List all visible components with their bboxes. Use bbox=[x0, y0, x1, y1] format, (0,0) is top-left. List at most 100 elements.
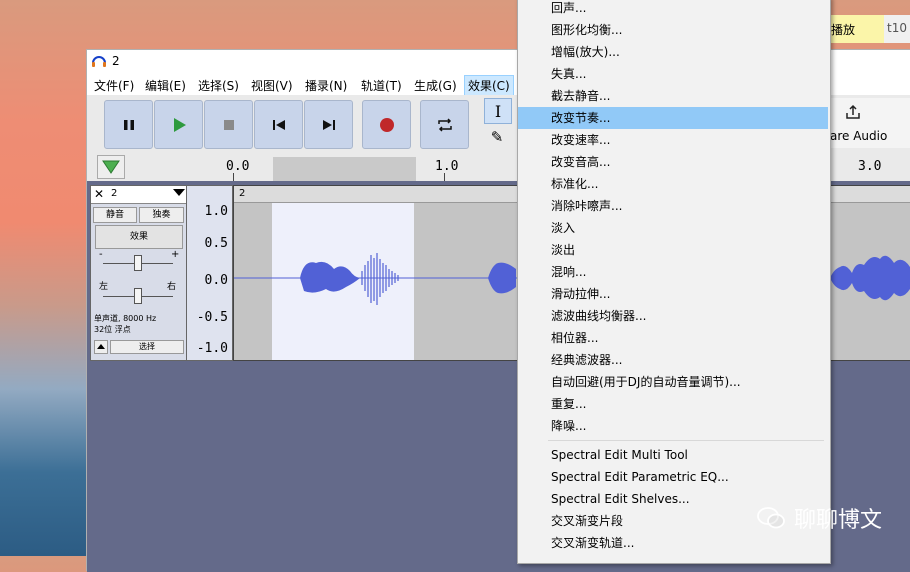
menu-item-graphic-eq[interactable]: 图形化均衡... bbox=[518, 19, 828, 41]
selection-tool-button[interactable]: I bbox=[484, 98, 512, 124]
draw-tool-button[interactable]: ✎ bbox=[484, 125, 510, 149]
menu-item-label: Spectral Edit Shelves... bbox=[551, 492, 690, 506]
menu-item-label: Spectral Edit Parametric EQ... bbox=[551, 470, 729, 484]
menu-item-reverb[interactable]: 混响... bbox=[518, 261, 828, 283]
gain-slider-thumb[interactable] bbox=[134, 255, 142, 271]
close-track-icon[interactable]: ✕ bbox=[94, 187, 104, 201]
menu-item-spectral-parametric-eq[interactable]: Spectral Edit Parametric EQ... bbox=[518, 466, 828, 488]
record-button[interactable] bbox=[362, 100, 411, 149]
track-control-panel: ✕ 2 静音 独奏 效果 - + 左 右 单声道, 8000 Hz 32位 浮点… bbox=[90, 185, 187, 361]
tick-mark bbox=[233, 173, 234, 181]
play-button[interactable] bbox=[154, 100, 203, 149]
menu-item-label: 回声... bbox=[551, 1, 587, 15]
collapse-track-button[interactable] bbox=[94, 340, 108, 354]
menu-item-change-tempo[interactable]: 改变节奏... bbox=[518, 107, 828, 129]
play-icon bbox=[173, 117, 186, 132]
triangle-up-icon bbox=[97, 344, 105, 349]
stop-button[interactable] bbox=[204, 100, 253, 149]
mute-button[interactable]: 静音 bbox=[93, 207, 137, 223]
menu-item-label: 图形化均衡... bbox=[551, 23, 623, 37]
pause-button[interactable] bbox=[104, 100, 153, 149]
track-header: ✕ 2 bbox=[91, 186, 186, 204]
i-beam-icon: I bbox=[494, 101, 502, 121]
menu-item-spectral-multi-tool[interactable]: Spectral Edit Multi Tool bbox=[518, 444, 828, 466]
menu-item-fade-out[interactable]: 淡出 bbox=[518, 239, 828, 261]
stop-icon bbox=[223, 119, 234, 130]
tab-partial-label: t10 bbox=[887, 21, 907, 35]
menu-item-filter-curve-eq[interactable]: 滤波曲线均衡器... bbox=[518, 305, 828, 327]
menu-item-label: 改变节奏... bbox=[551, 111, 611, 125]
watermark-text: 聊聊博文 bbox=[793, 508, 882, 533]
skip-to-end-button[interactable] bbox=[304, 100, 353, 149]
scale-label: 0.5 bbox=[204, 236, 228, 251]
menu-item-label: 相位器... bbox=[551, 331, 599, 345]
menu-item-classic-filters[interactable]: 经典滤波器... bbox=[518, 349, 828, 371]
pencil-icon: ✎ bbox=[490, 128, 504, 146]
menu-item-label: 增幅(放大)... bbox=[551, 45, 620, 59]
menu-item-fade-in[interactable]: 淡入 bbox=[518, 217, 828, 239]
menu-item-change-pitch[interactable]: 改变音高... bbox=[518, 151, 828, 173]
gain-plus-label: + bbox=[171, 249, 180, 260]
menu-tracks[interactable]: 轨道(T) bbox=[361, 77, 402, 94]
menu-item-normalize[interactable]: 标准化... bbox=[518, 173, 828, 195]
menu-item-label: 失真... bbox=[551, 67, 587, 81]
solo-button[interactable]: 独奏 bbox=[139, 207, 184, 223]
tick-mark bbox=[444, 173, 445, 181]
menu-item-crossfade-tracks[interactable]: 交叉渐变轨道... bbox=[518, 532, 828, 554]
menu-item-change-speed[interactable]: 改变速率... bbox=[518, 129, 828, 151]
skip-to-start-button[interactable] bbox=[254, 100, 303, 149]
pan-right-label: 右 bbox=[167, 282, 177, 292]
skip-end-icon bbox=[322, 119, 335, 130]
watermark: 聊聊博文 bbox=[756, 502, 882, 534]
menu-item-sliding-stretch[interactable]: 滑动拉伸... bbox=[518, 283, 828, 305]
pan-left-label: 左 bbox=[99, 282, 109, 292]
loop-button[interactable] bbox=[420, 100, 469, 149]
window-title: 2 bbox=[112, 54, 120, 68]
menu-item-click-removal[interactable]: 消除咔嚓声... bbox=[518, 195, 828, 217]
loop-icon bbox=[437, 117, 452, 132]
menu-item-auto-duck[interactable]: 自动回避(用于DJ的自动音量调节)... bbox=[518, 371, 828, 393]
track-menu-dropdown-icon[interactable] bbox=[173, 189, 185, 196]
menu-edit[interactable]: 编辑(E) bbox=[145, 77, 186, 94]
timeline-options-button[interactable] bbox=[97, 155, 125, 179]
menu-item-repeat[interactable]: 重复... bbox=[518, 393, 828, 415]
menu-item-phaser[interactable]: 相位器... bbox=[518, 327, 828, 349]
menu-file[interactable]: 文件(F) bbox=[94, 77, 134, 94]
menu-view[interactable]: 视图(V) bbox=[251, 77, 293, 94]
tab-partial[interactable]: t10 bbox=[884, 15, 910, 43]
menu-item-label: 交叉渐变片段 bbox=[551, 514, 624, 528]
effects-menu: 回声... 图形化均衡... 增幅(放大)... 失真... 截去静音... 改… bbox=[517, 0, 831, 564]
select-track-button[interactable]: 选择 bbox=[110, 340, 184, 354]
menu-item-echo[interactable]: 回声... bbox=[518, 0, 828, 19]
menu-item-distortion[interactable]: 失真... bbox=[518, 63, 828, 85]
menu-item-label: 经典滤波器... bbox=[551, 353, 623, 367]
menu-item-label: 混响... bbox=[551, 265, 587, 279]
right-toolbar-strip: 播放 t10 bbox=[829, 0, 910, 556]
menu-item-label: 淡出 bbox=[551, 243, 576, 257]
menu-item-label: 滤波曲线均衡器... bbox=[551, 309, 647, 323]
scale-label: 0.0 bbox=[204, 273, 228, 288]
menu-transport[interactable]: 播录(N) bbox=[305, 77, 347, 94]
gain-minus-label: - bbox=[99, 249, 103, 260]
track-name[interactable]: 2 bbox=[111, 188, 117, 199]
menu-item-label: 改变速率... bbox=[551, 133, 611, 147]
menu-effects[interactable]: 效果(C) bbox=[464, 75, 514, 96]
timeline-selection bbox=[273, 157, 416, 181]
play-tab[interactable]: 播放 bbox=[829, 15, 884, 43]
menu-item-truncate-silence[interactable]: 截去静音... bbox=[518, 85, 828, 107]
record-icon bbox=[379, 117, 394, 132]
menu-select[interactable]: 选择(S) bbox=[198, 77, 239, 94]
menu-item-label: 消除咔嚓声... bbox=[551, 199, 623, 213]
menu-item-label: 淡入 bbox=[551, 221, 576, 235]
triangle-down-icon bbox=[102, 160, 120, 174]
pan-slider-thumb[interactable] bbox=[134, 288, 142, 304]
menu-item-label: 改变音高... bbox=[551, 155, 611, 169]
scale-label: -0.5 bbox=[196, 310, 228, 325]
pause-icon bbox=[123, 119, 134, 130]
menu-item-amplify[interactable]: 增幅(放大)... bbox=[518, 41, 828, 63]
wechat-icon bbox=[757, 507, 785, 529]
effects-button[interactable]: 效果 bbox=[95, 225, 183, 249]
menu-generate[interactable]: 生成(G) bbox=[414, 77, 457, 94]
scale-label: -1.0 bbox=[196, 341, 228, 356]
menu-item-noise-reduction[interactable]: 降噪... bbox=[518, 415, 828, 437]
